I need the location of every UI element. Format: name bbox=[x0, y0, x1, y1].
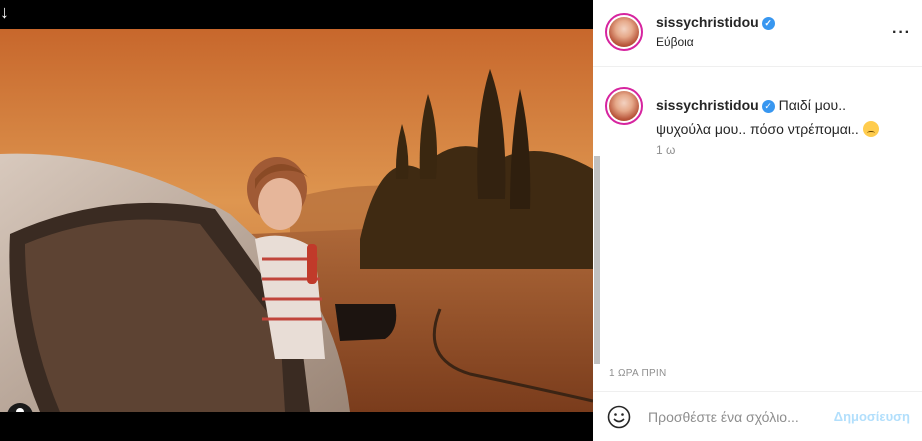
verified-badge-icon: ✓ bbox=[761, 100, 775, 113]
caption-line-1: Παιδί μου.. bbox=[778, 97, 846, 113]
caption-line-2: ψυχούλα μου.. πόσο ντρέπομαι.. bbox=[656, 121, 859, 137]
comment-bar: Δημοσίευση bbox=[593, 391, 922, 441]
post-header: sissychristidou ✓ Εύβοια ··· bbox=[593, 0, 922, 67]
caption: sissychristidou ✓ Παιδί μου.. ψυχούλα μου… bbox=[656, 93, 906, 141]
verified-badge-icon: ✓ bbox=[761, 17, 775, 30]
post-username[interactable]: sissychristidou ✓ bbox=[656, 14, 775, 30]
username-text[interactable]: sissychristidou bbox=[656, 14, 759, 30]
scrollbar[interactable] bbox=[594, 156, 600, 364]
post-time-ago[interactable]: 1 ΩΡΑ ΠΡΙΝ bbox=[609, 368, 667, 379]
post-media: ↓ bbox=[0, 0, 593, 441]
avatar[interactable] bbox=[605, 13, 643, 51]
comments-area: sissychristidou ✓ Παιδί μου.. ψυχούλα μου… bbox=[593, 68, 922, 368]
download-icon[interactable]: ↓ bbox=[0, 2, 16, 22]
caption-timestamp[interactable]: 1 ω bbox=[656, 143, 675, 157]
emoji-icon bbox=[862, 121, 879, 137]
caption-avatar[interactable] bbox=[605, 87, 643, 125]
post-side-panel: sissychristidou ✓ Εύβοια ··· sissychristi… bbox=[593, 0, 922, 441]
post-location[interactable]: Εύβοια bbox=[656, 35, 694, 49]
smile-emoji-icon[interactable] bbox=[607, 405, 631, 429]
comment-input[interactable] bbox=[648, 406, 828, 428]
post-comment-button[interactable]: Δημοσίευση bbox=[834, 409, 910, 424]
more-options-icon[interactable]: ··· bbox=[892, 24, 911, 42]
caption-username[interactable]: sissychristidou bbox=[656, 97, 759, 113]
post-photo[interactable] bbox=[0, 29, 593, 412]
